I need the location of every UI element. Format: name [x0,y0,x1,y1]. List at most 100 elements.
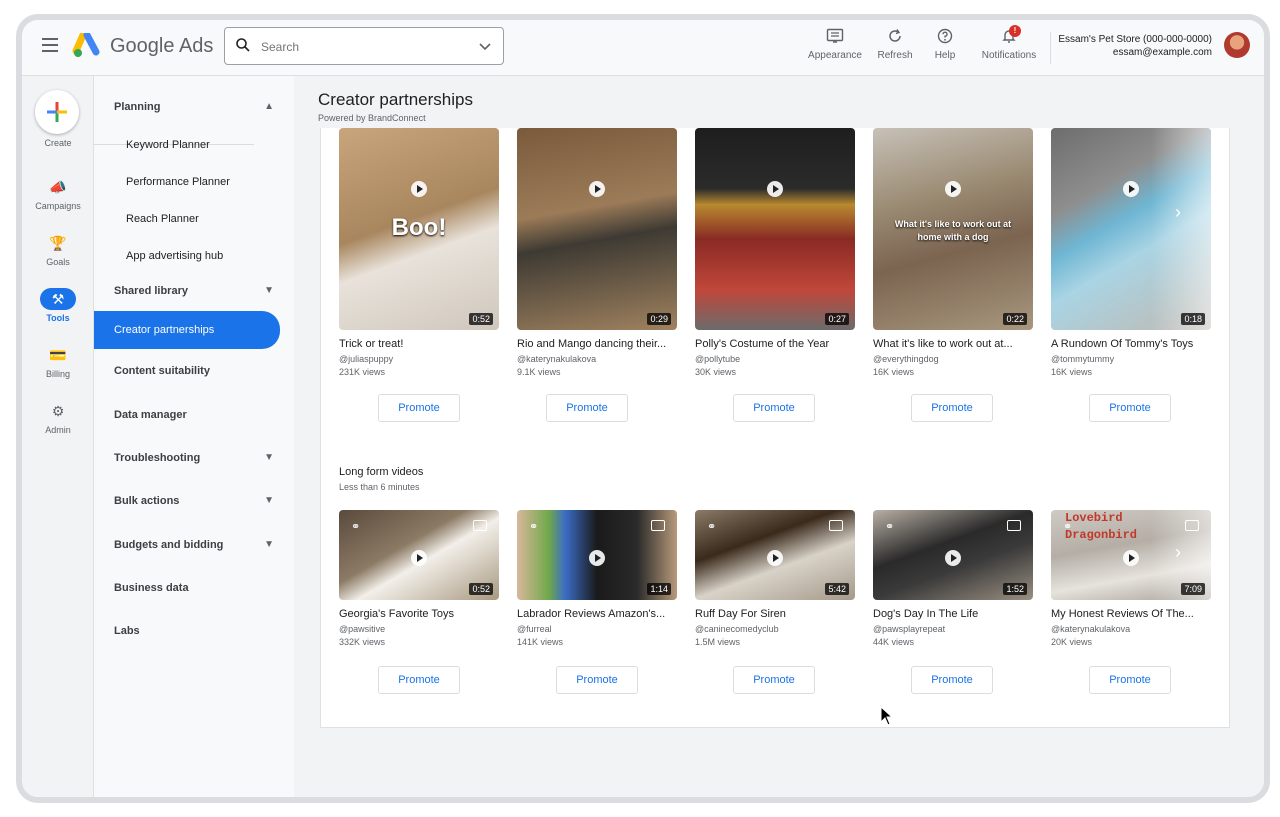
chevron-down-icon: ▼ [264,452,274,463]
plus-icon [47,102,67,122]
link-icon: ⚭ [885,521,895,533]
link-icon: ⚭ [707,521,717,533]
rail-item-admin[interactable]: ⚙ Admin [22,400,94,435]
feedback-icon[interactable] [829,520,843,531]
video-title: Dog's Day In The Life [873,608,979,620]
notifications-button[interactable]: ! Notifications [978,25,1040,61]
video-card[interactable]: What it's like to work out at home with … [873,128,1033,377]
nav-labs[interactable]: Labs [94,614,284,648]
promote-button[interactable]: Promote [378,666,460,694]
video-card[interactable]: › 0:18 A Rundown Of Tommy's Toys @tommyt… [1051,128,1211,377]
play-icon [767,550,783,566]
link-icon: ⚭ [529,521,539,533]
search-box[interactable] [224,27,504,65]
brand-name: Google Ads [110,35,214,57]
video-card[interactable]: ⚭ 5:42 Ruff Day For Siren @caninecomedyc… [695,510,855,647]
video-title: Ruff Day For Siren [695,608,786,620]
promote-button[interactable]: Promote [1089,394,1171,422]
credit-card-icon: 💳 [49,347,67,363]
video-card[interactable]: ⚭ Lovebird Dragonbird › 7:09 My Honest R… [1051,510,1211,647]
promote-button[interactable]: Promote [378,394,460,422]
video-duration: 0:52 [469,313,493,325]
gear-icon: ⚙ [51,403,65,419]
appearance-button[interactable]: Appearance [806,28,864,61]
video-views: 332K views [339,637,386,647]
refresh-button[interactable]: Refresh [872,28,918,61]
video-channel: @pawsplayrepeat [873,624,946,634]
video-thumbnail[interactable]: 0:27 [695,128,855,330]
video-card[interactable]: ⚭ 1:52 Dog's Day In The Life @pawsplayre… [873,510,1033,647]
nav-budgets-and-bidding[interactable]: Budgets and bidding ▼ [94,528,284,562]
rail-goals-label: Goals [46,257,70,267]
video-card[interactable]: ⚭ 1:14 Labrador Reviews Amazon's... @fur… [517,510,677,647]
rail-item-create[interactable]: Create [22,138,94,148]
promote-button[interactable]: Promote [733,666,815,694]
account-info[interactable]: Essam's Pet Store (000-000-0000) essam@e… [1058,33,1212,59]
avatar[interactable] [1224,32,1250,58]
nav-business-data[interactable]: Business data [94,571,284,605]
promote-button[interactable]: Promote [911,394,993,422]
help-button[interactable]: Help [928,28,962,61]
google-ads-logo-icon [72,33,100,57]
rail-item-tools[interactable]: ⚒ Tools [22,288,94,323]
nav-keyword-planner[interactable]: Keyword Planner [94,128,284,162]
feedback-icon[interactable] [473,520,487,531]
rail-item-campaigns[interactable]: 📣 Campaigns [22,176,94,211]
chevron-right-icon[interactable]: › [1175,542,1181,563]
rail-item-goals[interactable]: 🏆 Goals [22,232,94,267]
nav-shared-library[interactable]: Shared library ▼ [94,274,284,308]
page-subtitle: Powered by BrandConnect [318,113,426,123]
rail-item-billing[interactable]: 💳 Billing [22,344,94,379]
nav-creator-partnerships-label: Creator partnerships [114,324,215,336]
video-thumbnail[interactable]: ⚭ 5:42 [695,510,855,600]
trophy-icon: 🏆 [49,235,67,251]
nav-labs-label: Labs [114,625,140,637]
video-card[interactable]: Boo! 0:52 Trick or treat! @juliaspuppy 2… [339,128,499,377]
video-thumbnail[interactable]: ⚭ 0:52 [339,510,499,600]
nav-troubleshooting[interactable]: Troubleshooting ▼ [94,441,284,475]
create-button[interactable] [35,90,79,134]
promote-button[interactable]: Promote [546,394,628,422]
promote-button[interactable]: Promote [733,394,815,422]
nav-content-suitability[interactable]: Content suitability [94,354,284,388]
nav-performance-planner[interactable]: Performance Planner [94,165,284,199]
video-thumbnail[interactable]: Boo! 0:52 [339,128,499,330]
video-thumbnail[interactable]: › 0:18 [1051,128,1211,330]
rail-admin-label: Admin [45,425,71,435]
chevron-right-icon[interactable]: › [1175,202,1181,223]
promote-button[interactable]: Promote [556,666,638,694]
nav-app-advertising-hub[interactable]: App advertising hub [94,239,284,273]
notifications-label: Notifications [981,50,1037,61]
nav-data-manager[interactable]: Data manager [94,398,284,432]
nav-reach-planner-label: Reach Planner [126,213,199,225]
feedback-icon[interactable] [651,520,665,531]
video-duration: 0:52 [469,583,493,595]
feedback-icon[interactable] [1007,520,1021,531]
video-channel: @everythingdog [873,354,939,364]
thumbnail-overlay-text: What it's like to work out at home with … [894,219,1012,242]
video-card[interactable]: 0:27 Polly's Costume of the Year @pollyt… [695,128,855,377]
video-card[interactable]: ⚭ 0:52 Georgia's Favorite Toys @pawsitiv… [339,510,499,647]
refresh-icon [889,29,901,42]
chevron-down-icon[interactable] [477,38,493,54]
promote-button[interactable]: Promote [1089,666,1171,694]
section-subtitle: Less than 6 minutes [339,482,420,492]
video-thumbnail[interactable]: ⚭ 1:14 [517,510,677,600]
left-rail: Create 📣 Campaigns 🏆 Goals ⚒ Tools 💳 Bil… [22,76,94,797]
play-icon [411,181,427,197]
search-input[interactable] [261,37,461,57]
mouse-cursor-icon [880,706,894,726]
video-thumbnail[interactable]: 0:29 [517,128,677,330]
video-thumbnail[interactable]: What it's like to work out at home with … [873,128,1033,330]
promote-button[interactable]: Promote [911,666,993,694]
nav-bulk-actions[interactable]: Bulk actions ▼ [94,484,284,518]
hamburger-menu-icon[interactable] [42,38,58,52]
chevron-up-icon: ▲ [264,101,274,112]
nav-planning[interactable]: Planning ▲ [94,90,284,124]
carousel-fade [1151,128,1211,330]
nav-creator-partnerships[interactable]: Creator partnerships [94,311,280,349]
video-thumbnail[interactable]: ⚭ 1:52 [873,510,1033,600]
video-card[interactable]: 0:29 Rio and Mango dancing their... @kat… [517,128,677,377]
video-thumbnail[interactable]: ⚭ Lovebird Dragonbird › 7:09 [1051,510,1211,600]
nav-reach-planner[interactable]: Reach Planner [94,202,284,236]
